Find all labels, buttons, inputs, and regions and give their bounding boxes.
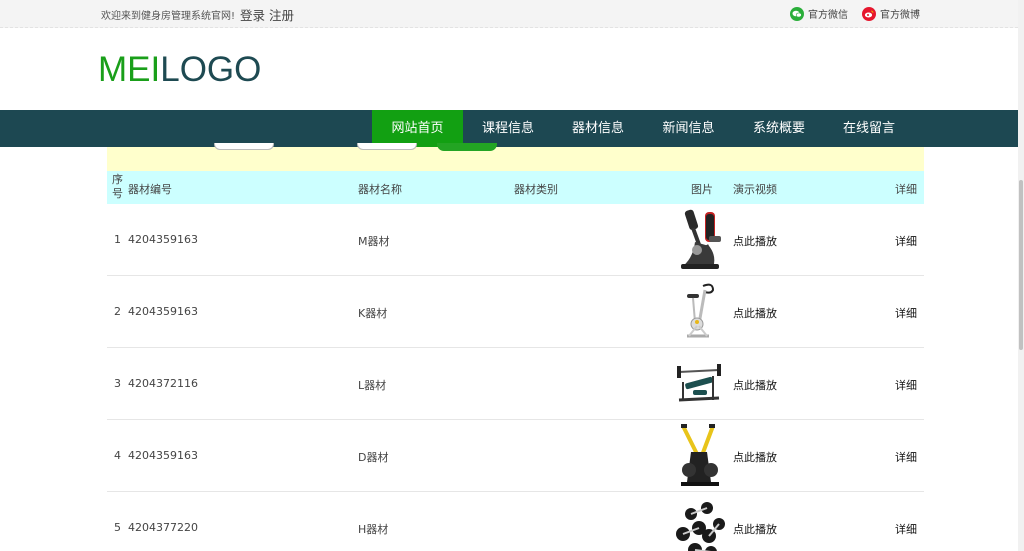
weibo-label: 官方微博	[880, 10, 920, 21]
detail-link[interactable]: 详细	[895, 305, 917, 321]
upright-bike-image	[687, 283, 715, 338]
header-category: 器材类别	[514, 183, 558, 196]
wechat-link[interactable]: 官方微信	[790, 6, 848, 21]
search-filter-bar	[107, 143, 924, 171]
header-detail: 详细	[895, 183, 917, 196]
search-button[interactable]	[437, 143, 497, 151]
nav-item-news[interactable]: 新闻信息	[643, 110, 734, 147]
header-name: 器材名称	[358, 183, 402, 196]
detail-link[interactable]: 详细	[895, 521, 917, 537]
row-name: L器材	[358, 379, 387, 392]
nav-item-equipment[interactable]: 器材信息	[553, 110, 643, 147]
main-nav: 网站首页 课程信息 器材信息 新闻信息 系统概要 在线留言	[0, 110, 1018, 147]
page-scrollbar-thumb[interactable]	[1019, 180, 1023, 350]
row-code: 4204359163	[128, 449, 198, 462]
play-video-link[interactable]: 点此播放	[733, 521, 777, 537]
auth-links: 登录 注册	[240, 5, 298, 24]
row-index: 3	[114, 377, 121, 390]
row-index: 4	[114, 449, 121, 462]
row-index: 2	[114, 305, 121, 318]
play-video-link[interactable]: 点此播放	[733, 449, 777, 465]
row-code: 4204377220	[128, 521, 198, 534]
filter-input-code[interactable]	[214, 143, 274, 150]
table-row: 5 4204377220 H器材 点此播放 详细	[107, 492, 924, 551]
dumbbells-image	[676, 502, 725, 551]
register-link[interactable]: 注册	[269, 8, 294, 23]
row-code: 4204359163	[128, 305, 198, 318]
table-header: 序号 器材编号 器材名称 器材类别 图片 演示视频 详细	[107, 171, 924, 204]
play-video-link[interactable]: 点此播放	[733, 233, 777, 249]
weight-bench-image	[677, 364, 721, 402]
header-code: 器材编号	[128, 183, 172, 196]
logo-part-1: MEI	[98, 50, 161, 89]
weibo-icon	[862, 6, 876, 21]
nav-item-courses[interactable]: 课程信息	[463, 110, 553, 147]
detail-link[interactable]: 详细	[895, 233, 917, 249]
site-logo[interactable]: MEILOGO	[98, 50, 261, 90]
table-row: 4 4204359163 D器材 点此播放 详细	[107, 420, 924, 492]
wechat-icon	[790, 6, 804, 21]
row-name: M器材	[358, 235, 390, 248]
row-index: 1	[114, 233, 121, 246]
recumbent-bike-image	[681, 209, 721, 269]
detail-link[interactable]: 详细	[895, 449, 917, 465]
weibo-link[interactable]: 官方微博	[862, 6, 920, 21]
filter-input-name[interactable]	[357, 143, 417, 150]
logo-part-2: LOGO	[160, 50, 262, 89]
row-code: 4204359163	[128, 233, 198, 246]
header-image: 图片	[691, 183, 713, 196]
play-video-link[interactable]: 点此播放	[733, 377, 777, 393]
header-index: 序号	[112, 173, 123, 200]
row-name: H器材	[358, 523, 389, 536]
lat-pulldown-image	[681, 424, 719, 486]
table-row: 3 4204372116 L器材 点此播放 详细	[107, 348, 924, 420]
detail-link[interactable]: 详细	[895, 377, 917, 393]
nav-item-messages[interactable]: 在线留言	[824, 110, 914, 147]
welcome-text: 欢迎来到健身房管理系统官网!	[101, 11, 236, 22]
nav-item-home[interactable]: 网站首页	[372, 110, 463, 147]
row-name: D器材	[358, 451, 389, 464]
top-bar: 欢迎来到健身房管理系统官网! 登录 注册 官方微信 官方微博	[0, 0, 1018, 28]
page: 欢迎来到健身房管理系统官网! 登录 注册 官方微信 官方微博 MEILOGO 网站…	[0, 0, 1024, 551]
row-index: 5	[114, 521, 121, 534]
row-name: K器材	[358, 307, 388, 320]
table-row: 2 4204359163 K器材 点此播放 详细	[107, 276, 924, 348]
login-link[interactable]: 登录	[240, 8, 265, 23]
nav-item-overview[interactable]: 系统概要	[734, 110, 824, 147]
row-code: 4204372116	[128, 377, 198, 390]
table-row: 1 4204359163 M器材 点此播放 详细	[107, 204, 924, 276]
wechat-label: 官方微信	[808, 10, 848, 21]
header-video: 演示视频	[733, 183, 777, 196]
play-video-link[interactable]: 点此播放	[733, 305, 777, 321]
